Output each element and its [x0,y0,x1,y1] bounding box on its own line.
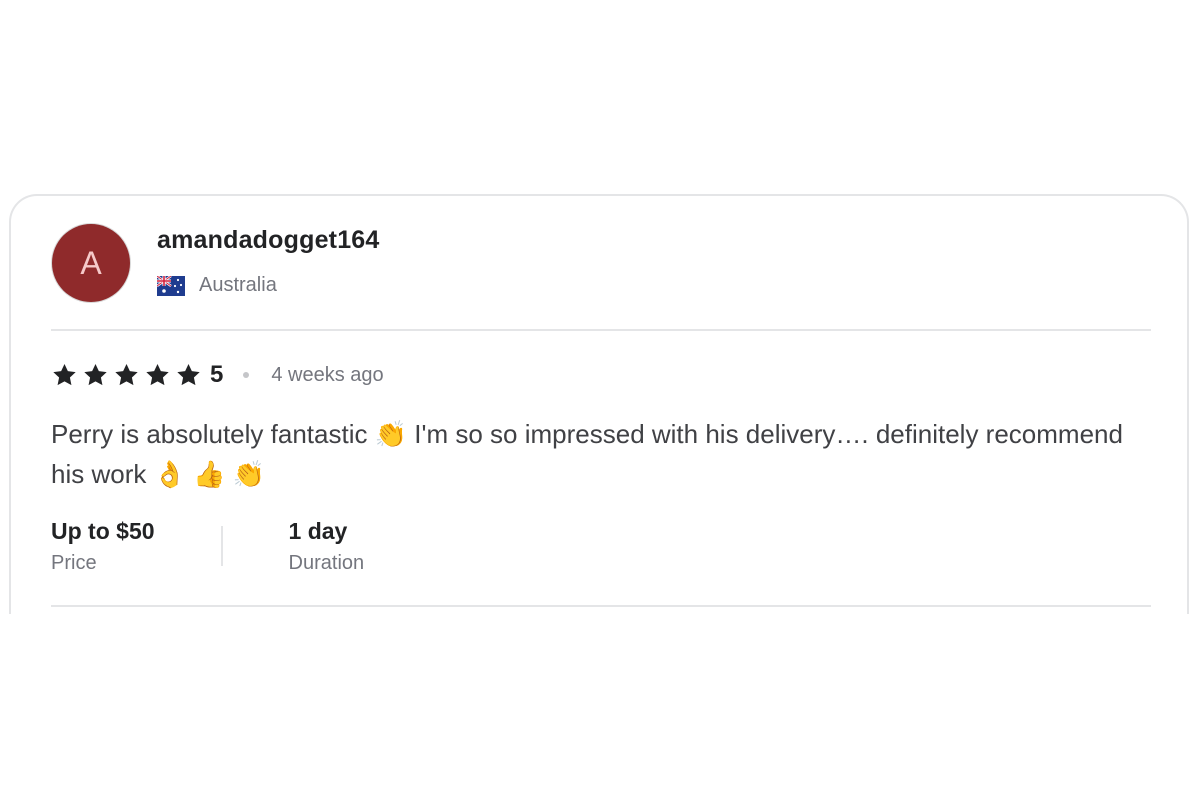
details-separator [220,526,223,566]
avatar-letter: A [80,244,102,281]
price-detail: Up to $50 Price [51,516,155,578]
review-text: Perry is absolutely fantastic 👏 I'm so s… [51,419,1123,489]
australia-flag-icon [157,275,185,296]
star-icon [177,363,200,386]
footer-divider [51,605,1151,607]
duration-detail: 1 day Duration [289,516,365,578]
reviewer-username[interactable]: amandadogget164 [157,226,380,255]
duration-label: Duration [288,552,365,574]
price-label: Price [51,552,97,574]
page-background [0,614,1200,800]
star-icon [115,363,138,386]
avatar[interactable]: A [52,224,130,302]
star-icon [146,363,169,386]
star-icon [53,363,76,386]
star-rating [51,362,202,388]
rating-score: 5 [210,361,224,388]
rating-row: 5 4 weeks ago [51,360,384,390]
reviewer-country: Australia [157,274,277,297]
duration-value: 1 day [288,518,348,544]
header-divider [51,329,1151,331]
country-name: Australia [199,274,277,296]
star-icon [84,363,107,386]
price-value: Up to $50 [51,518,155,544]
order-details: Up to $50 Price 1 day Duration [51,516,364,578]
review-card: A amandadogget164 Australia 5 4 weeks ag… [9,194,1189,634]
separator-dot [243,372,250,378]
review-time: 4 weeks ago [271,363,384,386]
